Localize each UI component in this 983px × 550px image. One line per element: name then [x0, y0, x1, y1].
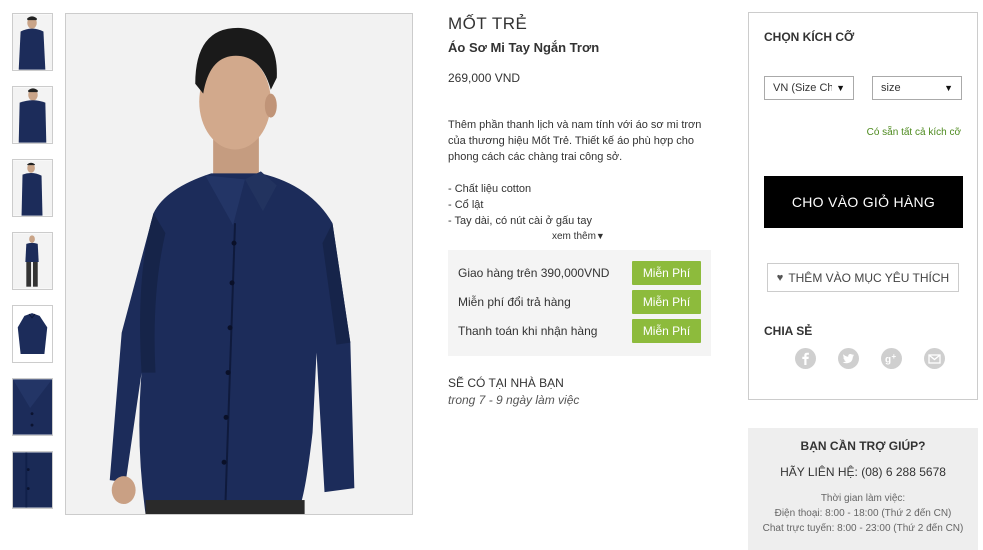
email-icon[interactable]: [924, 348, 945, 369]
product-bullets: - Chất liệu cotton - Cổ lật - Tay dài, c…: [448, 181, 710, 229]
thumbnail-list: [12, 13, 53, 524]
thumbnail-detail-collar[interactable]: [12, 378, 53, 436]
hours-title: Thời gian làm việc:: [820, 493, 906, 504]
add-to-cart-button[interactable]: CHO VÀO GIỎ HÀNG: [764, 176, 963, 228]
product-brand[interactable]: MỐT TRẺ: [448, 14, 527, 34]
main-product-image[interactable]: [65, 13, 413, 515]
bullet-item: - Cổ lật: [448, 199, 484, 211]
google-plus-icon[interactable]: g +: [881, 348, 902, 369]
facebook-icon[interactable]: [795, 348, 816, 369]
svg-text:+: +: [892, 352, 897, 361]
thumbnail-side[interactable]: [12, 159, 53, 217]
perk-row: Thanh toán khi nhận hàng Miễn Phí: [458, 316, 701, 345]
free-badge: Miễn Phí: [632, 318, 701, 343]
bullet-item: - Tay dài, có nút cài ở gấu tay: [448, 215, 592, 227]
delivery-title: SẼ CÓ TẠI NHÀ BẠN: [448, 376, 564, 390]
size-system-select[interactable]: VN (Size Chart) ▼: [764, 76, 854, 100]
free-badge: Miễn Phí: [632, 260, 701, 285]
size-value: size: [881, 82, 901, 94]
see-more-label: xem thêm: [552, 231, 596, 242]
delivery-subtitle: trong 7 - 9 ngày làm việc: [448, 393, 580, 407]
size-title: CHỌN KÍCH CỠ: [764, 30, 855, 44]
perk-row: Giao hàng trên 390,000VND Miễn Phí: [458, 258, 701, 287]
help-contact: HÃY LIÊN HỆ: (08) 6 288 5678: [780, 465, 946, 479]
perk-row: Miễn phí đổi trả hàng Miễn Phí: [458, 287, 701, 316]
share-title: CHIA SẺ: [764, 324, 813, 338]
help-hours: Thời gian làm việc: Điện thoại: 8:00 - 1…: [748, 491, 978, 536]
help-title: BẠN CẦN TRỢ GIÚP?: [800, 439, 926, 453]
svg-text:g: g: [885, 355, 891, 366]
thumbnail-front[interactable]: [12, 13, 53, 71]
perks-box: Giao hàng trên 390,000VND Miễn Phí Miễn …: [448, 250, 711, 356]
perk-label: Giao hàng trên 390,000VND: [458, 265, 610, 280]
phone-hours: Điện thoại: 8:00 - 18:00 (Thứ 2 đến CN): [774, 508, 952, 519]
bullet-item: - Chất liệu cotton: [448, 183, 532, 195]
product-description: Thêm phần thanh lịch và nam tính với áo …: [448, 119, 702, 163]
help-box: BẠN CẦN TRỢ GIÚP? HÃY LIÊN HỆ: (08) 6 28…: [748, 428, 978, 550]
triangle-down-icon: ▼: [595, 231, 605, 241]
product-name: Áo Sơ Mi Tay Ngắn Trơn: [448, 40, 600, 55]
purchase-panel: CHỌN KÍCH CỠ VN (Size Chart) ▼ size ▼ Có…: [748, 12, 978, 400]
all-sizes-link[interactable]: Có sẵn tất cả kích cỡ: [867, 127, 961, 138]
social-share-list: g +: [795, 348, 945, 369]
heart-icon: ♥: [776, 271, 784, 284]
product-price: 269,000 VND: [448, 71, 521, 85]
thumbnail-flat[interactable]: [12, 305, 53, 363]
wishlist-label: THÊM VÀO MỤC YÊU THÍCH: [788, 270, 950, 285]
twitter-icon[interactable]: [838, 348, 859, 369]
thumbnail-detail-fabric[interactable]: [12, 451, 53, 509]
perk-label: Miễn phí đổi trả hàng: [458, 294, 571, 309]
perk-label: Thanh toán khi nhận hàng: [458, 323, 598, 338]
caret-down-icon: ▼: [944, 83, 953, 93]
size-select[interactable]: size ▼: [872, 76, 962, 100]
thumbnail-full-body[interactable]: [12, 232, 53, 290]
caret-down-icon: ▼: [836, 83, 845, 93]
see-more-link[interactable]: xem thêm▼: [552, 231, 605, 242]
thumbnail-front-closeup[interactable]: [12, 86, 53, 144]
chat-hours: Chat trực tuyến: 8:00 - 23:00 (Thứ 2 đến…: [762, 523, 964, 534]
add-to-wishlist-button[interactable]: ♥ THÊM VÀO MỤC YÊU THÍCH: [767, 263, 959, 292]
size-system-value: VN (Size Chart): [773, 82, 833, 94]
free-badge: Miễn Phí: [632, 289, 701, 314]
